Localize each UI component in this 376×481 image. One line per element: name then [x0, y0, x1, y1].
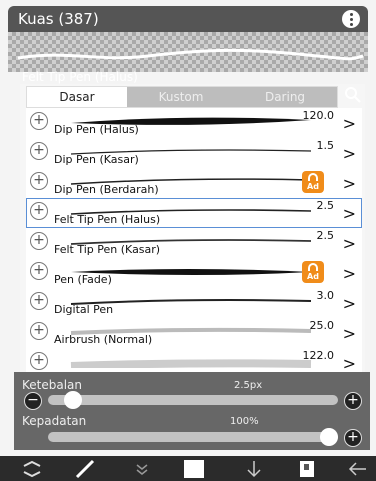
slider-panel: Ketebalan 2.5px − + Kepadatan 100% +: [14, 372, 370, 450]
chevron-right-icon[interactable]: >: [343, 144, 356, 163]
tab-bar: Dasar Kustom Daring: [26, 86, 338, 108]
add-brush-icon[interactable]: +: [30, 292, 48, 310]
bottom-toolbar: [0, 456, 376, 481]
brush-row[interactable]: + Dip Pen (Berdarah) Ad >: [26, 168, 362, 199]
brush-size: 1.5: [316, 139, 335, 152]
add-brush-icon[interactable]: +: [30, 352, 48, 370]
density-label: Kepadatan: [22, 414, 87, 428]
add-brush-icon[interactable]: +: [30, 262, 48, 280]
brush-preview: [8, 32, 368, 72]
density-value: 100%: [230, 416, 259, 427]
thickness-plus-button[interactable]: +: [344, 392, 362, 410]
lock-icon[interactable]: Ad: [302, 261, 324, 283]
thickness-value: 2.5px: [234, 380, 263, 391]
density-plus-button[interactable]: +: [344, 429, 362, 447]
chevron-right-icon[interactable]: >: [343, 294, 356, 313]
thickness-slider-knob[interactable]: [64, 391, 83, 409]
brush-stroke-preview: [70, 359, 312, 368]
brush-row[interactable]: + Airbrush (Normal) 25.0 >: [26, 318, 362, 349]
add-brush-icon[interactable]: +: [30, 172, 48, 190]
brush-size: 3.0: [316, 289, 335, 302]
brush-name: Felt Tip Pen (Kasar): [54, 243, 161, 256]
brush-name: Felt Tip Pen (Halus): [54, 213, 161, 226]
brush-row-selected[interactable]: + Felt Tip Pen (Halus) 2.5 >: [26, 198, 362, 229]
search-icon[interactable]: [344, 86, 362, 104]
chevron-right-icon[interactable]: >: [343, 174, 356, 193]
chevron-right-icon[interactable]: >: [343, 234, 356, 253]
brush-size: 2.5: [316, 199, 335, 212]
more-icon[interactable]: [342, 10, 360, 28]
chevron-right-icon[interactable]: >: [343, 114, 356, 133]
lock-badge-label: Ad: [307, 182, 319, 191]
add-brush-icon[interactable]: +: [30, 112, 48, 130]
download-icon[interactable]: [242, 458, 266, 480]
brush-size: 122.0: [302, 349, 335, 362]
brush-panel-header: Kuas (387): [8, 6, 368, 32]
brush-row[interactable]: + Digital Pen 3.0 >: [26, 288, 362, 319]
current-brush-name: Felt Tip Pen (Halus): [22, 70, 138, 84]
tab-dasar[interactable]: Dasar: [27, 87, 127, 107]
chevron-right-icon[interactable]: >: [343, 324, 356, 343]
brush-size: 120.0: [302, 109, 335, 122]
chevron-right-icon[interactable]: >: [343, 204, 356, 223]
layer-icon[interactable]: [296, 458, 320, 480]
back-icon[interactable]: [346, 458, 370, 480]
add-brush-icon[interactable]: +: [30, 322, 48, 340]
brush-row[interactable]: + Felt Tip Pen (Kasar) 2.5 >: [26, 228, 362, 259]
brush-list: + Dip Pen (Halus) 120.0 > + Dip Pen (Kas…: [26, 108, 362, 376]
chevron-right-icon[interactable]: >: [343, 354, 356, 373]
brush-size: 25.0: [309, 319, 335, 332]
add-brush-icon[interactable]: +: [30, 232, 48, 250]
add-brush-icon[interactable]: +: [30, 202, 48, 220]
preview-stroke: [17, 48, 364, 61]
lock-badge-label: Ad: [307, 272, 319, 281]
transform-icon[interactable]: [20, 458, 44, 480]
tab-daring[interactable]: Daring: [235, 87, 335, 107]
tab-kustom[interactable]: Kustom: [131, 87, 231, 107]
brush-row[interactable]: + Pen (Fade) Ad >: [26, 258, 362, 289]
chevron-right-icon[interactable]: >: [343, 264, 356, 283]
brush-name: Airbrush (Normal): [54, 333, 153, 346]
brush-name: Digital Pen: [54, 303, 114, 316]
density-slider-track[interactable]: [48, 432, 338, 442]
thickness-minus-button[interactable]: −: [24, 392, 42, 410]
panel-title: Kuas (387): [18, 10, 99, 28]
lock-icon[interactable]: Ad: [302, 171, 324, 193]
brush-row[interactable]: + Dip Pen (Kasar) 1.5 >: [26, 138, 362, 169]
brush-name: Dip Pen (Kasar): [54, 153, 139, 166]
expand-icon[interactable]: [130, 458, 154, 480]
brush-name: Dip Pen (Berdarah): [54, 183, 159, 196]
brush-row[interactable]: + Dip Pen (Halus) 120.0 >: [26, 108, 362, 139]
thickness-slider-track[interactable]: [48, 395, 338, 405]
color-icon[interactable]: [184, 460, 204, 478]
density-slider-knob[interactable]: [320, 428, 338, 446]
brush-size: 2.5: [316, 229, 335, 242]
add-brush-icon[interactable]: +: [30, 142, 48, 160]
brush-name: Pen (Fade): [54, 273, 112, 286]
brush-name: Dip Pen (Halus): [54, 123, 139, 136]
brush-icon[interactable]: [74, 458, 98, 480]
thickness-label: Ketebalan: [22, 378, 83, 392]
